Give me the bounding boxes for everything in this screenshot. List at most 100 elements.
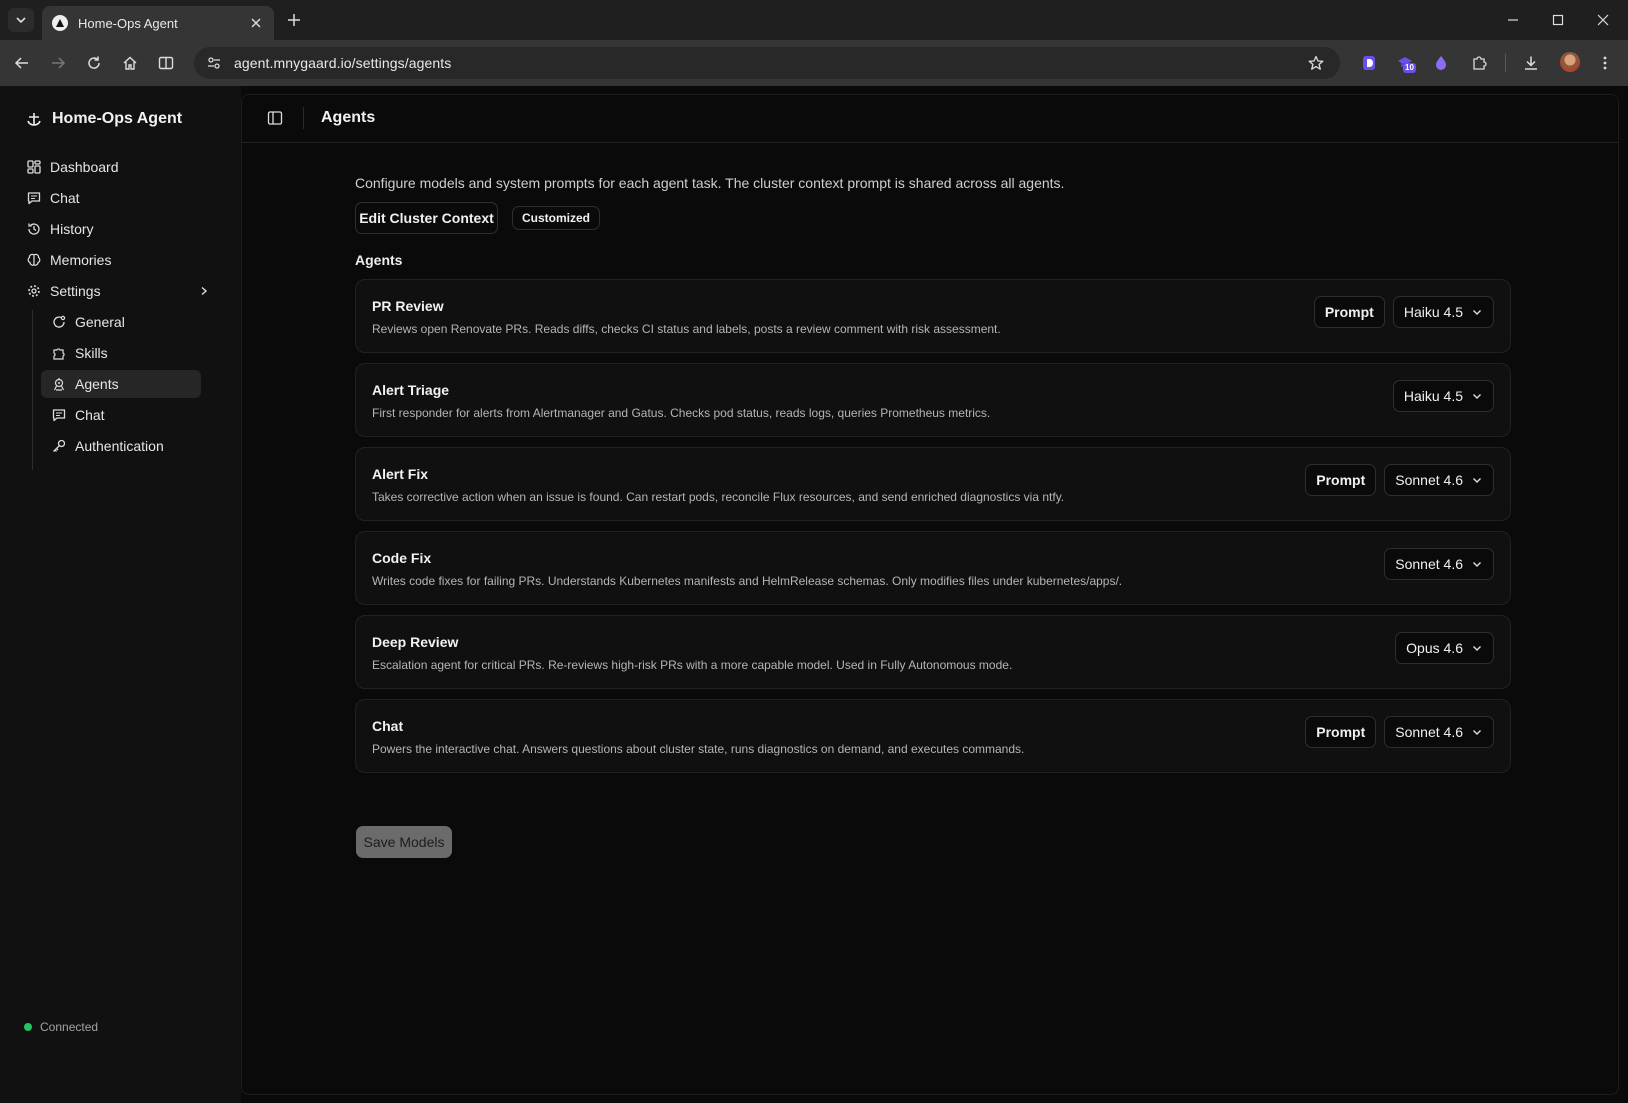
home-button[interactable] [118,51,142,75]
tab-title: Home-Ops Agent [78,15,178,31]
save-models-button[interactable]: Save Models [356,826,452,858]
extension-ruler-icon[interactable]: 10 [1394,52,1416,74]
model-select[interactable]: Haiku 4.5 [1392,296,1494,328]
settings-item-label: General [75,314,125,330]
sidebar-item-chat[interactable]: Chat [16,183,222,213]
agent-actions: Prompt Sonnet 4.6 [1305,716,1494,748]
arrow-right-icon [52,57,66,69]
plus-icon [288,14,300,26]
prompt-button[interactable]: Prompt [1305,464,1377,496]
model-select[interactable]: Sonnet 4.6 [1384,548,1494,580]
agent-name: Chat [372,718,404,734]
close-icon[interactable] [248,15,264,31]
settings-item-chat[interactable]: Chat [41,401,201,429]
main-header: Agents [242,95,1618,143]
status-dot [24,1023,32,1031]
forward-button[interactable] [46,51,70,75]
brain-icon [26,252,42,268]
section-title: Agents [355,252,403,268]
main-panel: Agents Configure models and system promp… [241,94,1619,1095]
sidebar-item-history[interactable]: History [16,214,222,244]
toolbar-divider [1505,54,1506,72]
download-icon[interactable] [1520,52,1542,74]
close-icon [1597,14,1609,26]
settings-item-general[interactable]: General [41,308,201,336]
browser-tabstrip: Home-Ops Agent [0,0,1628,40]
agent-description: Powers the interactive chat. Answers que… [372,742,1025,756]
agent-description: First responder for alerts from Alertman… [372,406,991,420]
bookmark-star-icon[interactable] [1306,53,1326,73]
agent-card-alert-fix: Alert Fix Takes corrective action when a… [355,447,1511,521]
settings-item-label: Agents [75,376,119,392]
browser-tab[interactable]: Home-Ops Agent [42,6,274,40]
settings-item-label: Chat [75,407,105,423]
extension-d-icon[interactable] [1358,52,1380,74]
sidebar-toggle-button[interactable] [266,109,284,127]
reload-button[interactable] [82,51,106,75]
key-icon [51,438,67,454]
extensions-puzzle-icon[interactable] [1468,52,1490,74]
minimize-icon [1508,19,1518,21]
settings-item-authentication[interactable]: Authentication [41,432,201,460]
settings-item-agents[interactable]: Agents [41,370,201,398]
model-select[interactable]: Opus 4.6 [1395,632,1494,664]
agent-actions: Prompt Haiku 4.5 [1313,296,1494,328]
arrow-left-icon [14,57,28,69]
chat-icon [51,407,67,423]
chevron-right-icon [196,283,212,299]
site-info-icon[interactable] [204,53,224,73]
sidebar-item-settings[interactable]: Settings [16,276,222,306]
prompt-button[interactable]: Prompt [1313,296,1385,328]
tab-search-button[interactable] [8,8,34,32]
extension-flame-icon[interactable] [1430,52,1452,74]
header-divider [303,107,304,129]
agent-card-pr-review: PR Review Reviews open Renovate PRs. Rea… [355,279,1511,353]
chat-icon [26,190,42,206]
favicon-icon [52,15,68,31]
brand[interactable]: Home-Ops Agent [26,110,182,128]
prompt-button[interactable]: Prompt [1305,716,1377,748]
bot-icon [51,376,67,392]
sidebar-item-dashboard[interactable]: Dashboard [16,152,222,182]
address-bar[interactable]: agent.mnygaard.io/settings/agents [194,47,1340,79]
back-button[interactable] [10,51,34,75]
url-text: agent.mnygaard.io/settings/agents [234,55,452,71]
model-select-value: Sonnet 4.6 [1395,556,1463,572]
chevron-down-icon [1471,642,1483,654]
edit-cluster-context-button[interactable]: Edit Cluster Context [355,202,498,234]
reload-icon [88,56,100,69]
agent-description: Escalation agent for critical PRs. Re-re… [372,658,1013,672]
profile-avatar[interactable] [1560,52,1580,72]
model-select[interactable]: Sonnet 4.6 [1384,464,1494,496]
model-select-value: Sonnet 4.6 [1395,472,1463,488]
history-icon [26,221,42,237]
sidebar-item-memories[interactable]: Memories [16,245,222,275]
app-sidebar: Home-Ops Agent Dashboard Chat History Me… [0,86,241,1103]
model-select-value: Haiku 4.5 [1403,388,1463,404]
intro-text: Configure models and system prompts for … [355,175,1065,191]
agent-name: Alert Triage [372,382,450,398]
gear-icon [26,283,42,299]
more-options-icon[interactable] [1594,52,1616,74]
minimize-button[interactable] [1498,8,1528,32]
model-select[interactable]: Sonnet 4.6 [1384,716,1494,748]
agent-name: Alert Fix [372,466,429,482]
agent-card-alert-triage: Alert Triage First responder for alerts … [355,363,1511,437]
agent-actions: Opus 4.6 [1395,632,1494,664]
settings-subnav-rail [32,310,33,470]
split-view-button[interactable] [154,51,178,75]
agent-name: Code Fix [372,550,432,566]
sidebar-item-label: History [50,221,94,237]
model-select[interactable]: Haiku 4.5 [1392,380,1494,412]
connection-status: Connected [24,1020,98,1034]
maximize-button[interactable] [1543,8,1573,32]
agent-description: Reviews open Renovate PRs. Reads diffs, … [372,322,1001,336]
chevron-down-icon [1471,306,1483,318]
window-close-button[interactable] [1588,8,1618,32]
new-tab-button[interactable] [284,10,304,30]
chevron-down-icon [1471,726,1483,738]
settings-item-skills[interactable]: Skills [41,339,201,367]
agent-description: Takes corrective action when an issue is… [372,490,1065,504]
panel-left-icon [267,111,283,125]
app-name: Home-Ops Agent [52,110,183,127]
